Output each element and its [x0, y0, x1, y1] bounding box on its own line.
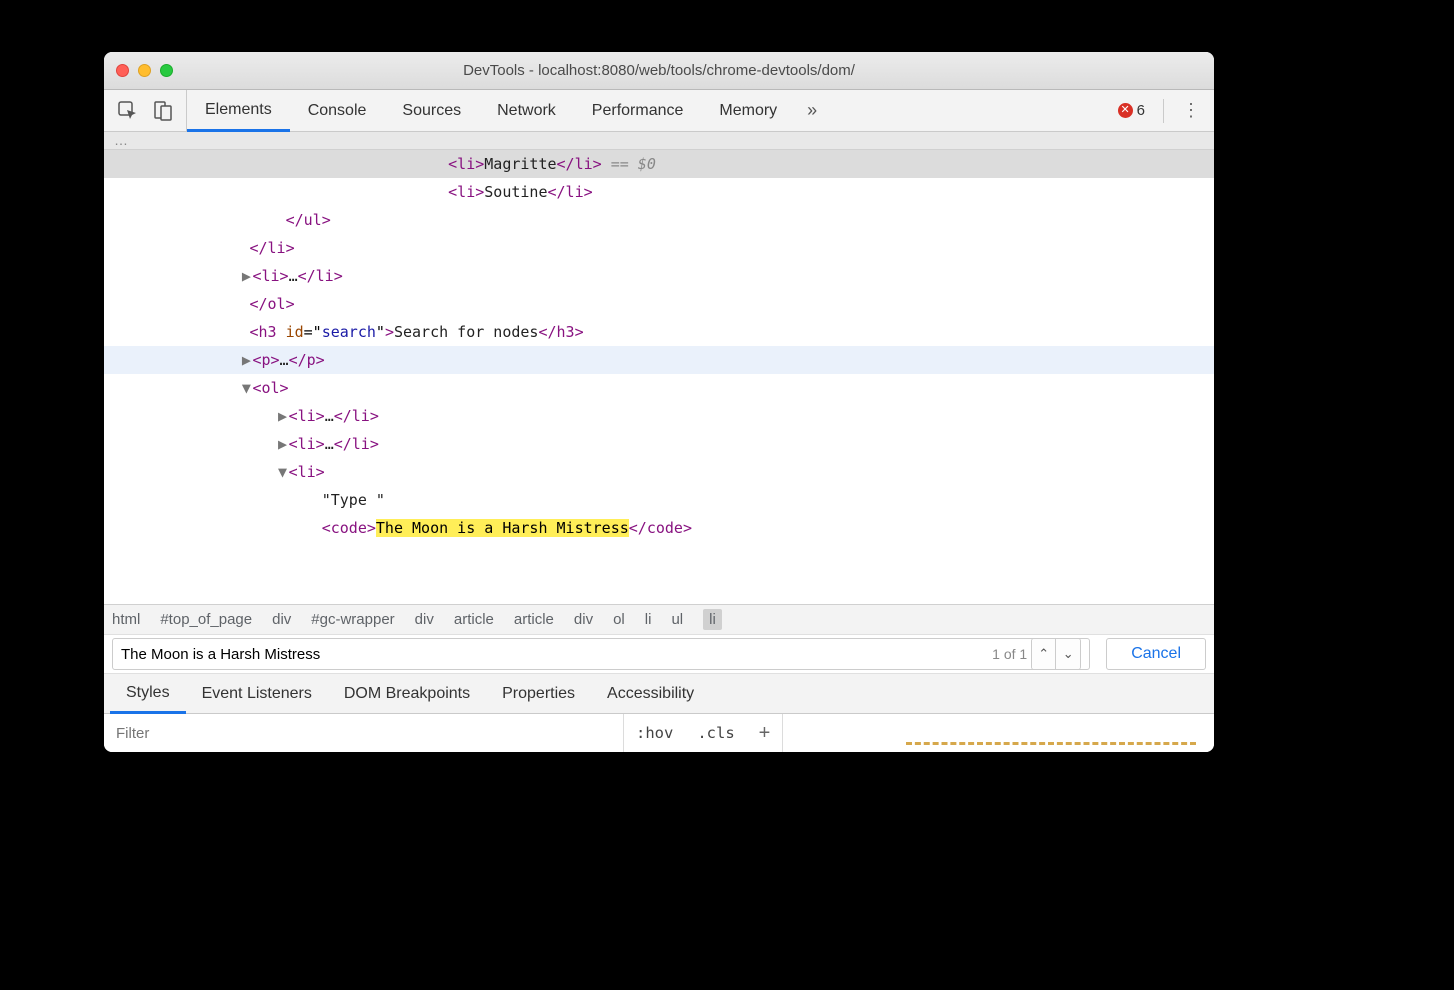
- breadcrumb-item[interactable]: li: [645, 611, 652, 628]
- dom-node-line[interactable]: <h3 id="search">Search for nodes</h3>: [104, 318, 1214, 346]
- breadcrumb-item[interactable]: li: [703, 609, 722, 630]
- devtools-window: DevTools - localhost:8080/web/tools/chro…: [104, 52, 1214, 752]
- breadcrumb-bar: html #top_of_page div #gc-wrapper div article…: [104, 604, 1214, 634]
- subtab-event-listeners[interactable]: Event Listeners: [186, 674, 328, 713]
- search-bar: 1 of 1 ⌃ ⌄ Cancel: [104, 634, 1214, 674]
- tabs-overflow-icon[interactable]: »: [795, 100, 829, 121]
- zoom-icon[interactable]: [160, 64, 173, 77]
- traffic-lights: [116, 64, 173, 77]
- inspect-icon[interactable]: [118, 101, 138, 121]
- window-title: DevTools - localhost:8080/web/tools/chro…: [104, 62, 1214, 79]
- device-toggle-icon[interactable]: [154, 101, 172, 121]
- tab-network[interactable]: Network: [479, 90, 574, 131]
- dom-node-line[interactable]: </ul>: [104, 206, 1214, 234]
- separator: [782, 714, 783, 752]
- dom-node-line[interactable]: ▼<li>: [104, 458, 1214, 486]
- close-icon[interactable]: [116, 64, 129, 77]
- kebab-menu-icon[interactable]: ⋮: [1176, 100, 1206, 121]
- overflow-indicator[interactable]: …: [104, 132, 1214, 150]
- breadcrumb-item[interactable]: html: [112, 611, 140, 628]
- breadcrumb-item[interactable]: #gc-wrapper: [311, 611, 394, 628]
- main-tabbar: Elements Console Sources Network Perform…: [104, 90, 1214, 132]
- search-input[interactable]: [121, 646, 992, 663]
- main-tabs: Elements Console Sources Network Perform…: [187, 90, 829, 131]
- search-count: 1 of 1: [992, 646, 1027, 662]
- dom-node-line[interactable]: </li>: [104, 234, 1214, 262]
- breadcrumb-item[interactable]: div: [272, 611, 291, 628]
- tab-performance[interactable]: Performance: [574, 90, 702, 131]
- separator: [1163, 99, 1164, 123]
- breadcrumb-item[interactable]: ol: [613, 611, 625, 628]
- subtab-accessibility[interactable]: Accessibility: [591, 674, 710, 713]
- breadcrumb-item[interactable]: div: [574, 611, 593, 628]
- dom-node-line[interactable]: "Type ": [104, 486, 1214, 514]
- chevron-down-icon: ⌄: [1063, 646, 1074, 661]
- dom-node-line[interactable]: <li>Soutine</li>: [104, 178, 1214, 206]
- subtab-dom-breakpoints[interactable]: DOM Breakpoints: [328, 674, 486, 713]
- breadcrumb-item[interactable]: article: [454, 611, 494, 628]
- box-model-preview: [906, 742, 1196, 752]
- dom-node-line[interactable]: ▶<li>…</li>: [104, 430, 1214, 458]
- cls-toggle[interactable]: .cls: [685, 724, 746, 742]
- error-icon: ✕: [1118, 103, 1133, 118]
- error-badge[interactable]: ✕ 6: [1112, 102, 1151, 119]
- styles-filter-input[interactable]: [104, 714, 624, 752]
- minimize-icon[interactable]: [138, 64, 151, 77]
- chevron-up-icon: ⌃: [1038, 646, 1049, 661]
- styles-subtabs: Styles Event Listeners DOM Breakpoints P…: [104, 674, 1214, 714]
- subtab-properties[interactable]: Properties: [486, 674, 591, 713]
- subtab-styles[interactable]: Styles: [110, 675, 186, 714]
- cancel-button[interactable]: Cancel: [1106, 638, 1206, 670]
- dom-node-line[interactable]: ▶<li>…</li>: [104, 402, 1214, 430]
- breadcrumb-item[interactable]: article: [514, 611, 554, 628]
- search-next-button[interactable]: ⌄: [1056, 639, 1080, 669]
- new-style-rule-icon[interactable]: +: [747, 722, 783, 745]
- tab-memory[interactable]: Memory: [701, 90, 795, 131]
- breadcrumb-item[interactable]: #top_of_page: [160, 611, 252, 628]
- search-prev-button[interactable]: ⌃: [1032, 639, 1056, 669]
- breadcrumb-item[interactable]: div: [415, 611, 434, 628]
- breadcrumb-item[interactable]: ul: [671, 611, 683, 628]
- error-count: 6: [1137, 102, 1145, 119]
- dom-node-line[interactable]: ▶<p>…</p>: [104, 346, 1214, 374]
- hov-toggle[interactable]: :hov: [624, 724, 685, 742]
- dom-node-line[interactable]: <li>Magritte</li> == $0: [104, 150, 1214, 178]
- dom-node-line[interactable]: ▼<ol>: [104, 374, 1214, 402]
- tab-sources[interactable]: Sources: [384, 90, 479, 131]
- dom-node-line[interactable]: ▶<li>…</li>: [104, 262, 1214, 290]
- dom-node-line[interactable]: <code>The Moon is a Harsh Mistress</code…: [104, 514, 1214, 542]
- titlebar: DevTools - localhost:8080/web/tools/chro…: [104, 52, 1214, 90]
- styles-toolbar: :hov .cls +: [104, 714, 1214, 752]
- tab-elements[interactable]: Elements: [187, 91, 290, 132]
- dom-tree[interactable]: <li>Magritte</li> == $0 <li>Soutine</li>…: [104, 150, 1214, 604]
- dom-node-line[interactable]: </ol>: [104, 290, 1214, 318]
- tab-console[interactable]: Console: [290, 90, 385, 131]
